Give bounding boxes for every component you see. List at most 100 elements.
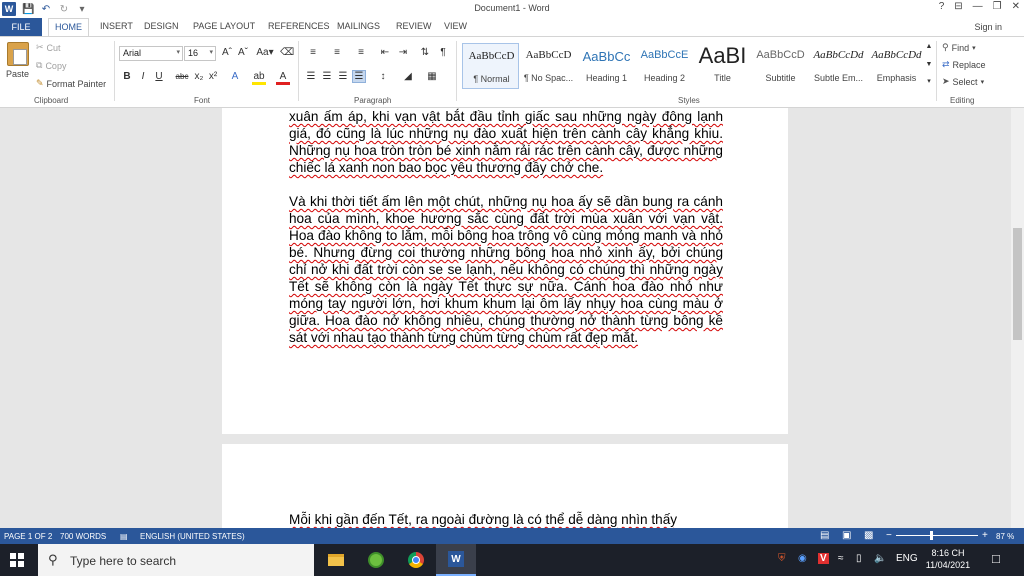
paragraph[interactable]: Mỗi khi gần đến Tết, ra ngoài đường là c… xyxy=(289,511,723,528)
status-bar: PAGE 1 OF 2 700 WORDS ▤ ENGLISH (UNITED … xyxy=(0,528,1024,544)
text-effects-icon[interactable]: A xyxy=(228,71,242,82)
strikethrough-icon[interactable]: abc xyxy=(174,72,190,81)
close-button[interactable]: ✕ xyxy=(1012,1,1020,12)
tab-review[interactable]: REVIEW xyxy=(396,21,432,31)
shrink-font-icon[interactable]: Aˇ xyxy=(236,47,250,58)
tab-view[interactable]: VIEW xyxy=(444,21,467,31)
select-button[interactable]: ➤ Select ▾ xyxy=(942,76,984,87)
zoom-slider[interactable] xyxy=(896,535,978,536)
word-taskbar-icon[interactable]: W xyxy=(436,544,476,576)
multilevel-list-icon[interactable]: ≡ xyxy=(352,47,370,58)
tab-insert[interactable]: INSERT xyxy=(100,21,133,31)
vertical-scrollbar[interactable] xyxy=(1011,108,1024,528)
volume-icon[interactable]: 🔈 xyxy=(874,553,886,564)
scrollbar-thumb[interactable] xyxy=(1013,228,1022,340)
clear-formatting-icon[interactable]: ⌫ xyxy=(280,47,294,58)
wifi-icon[interactable]: ≈ xyxy=(838,553,844,564)
zoom-out-button[interactable]: − xyxy=(886,530,892,541)
proofing-icon[interactable]: ▤ xyxy=(120,532,128,541)
tab-file[interactable]: FILE xyxy=(0,18,42,36)
zoom-in-button[interactable]: + xyxy=(982,530,988,541)
style-item[interactable]: AaBbCcD ¶ Normal xyxy=(462,43,519,89)
style-item[interactable]: AaBbCcD ¶ No Spac... xyxy=(520,43,577,89)
borders-icon[interactable]: ▦ xyxy=(424,71,440,82)
zoom-level[interactable]: 87 % xyxy=(996,532,1014,541)
cut-label: Cut xyxy=(46,42,61,53)
font-group-label: Font xyxy=(194,96,211,105)
network-app-icon[interactable]: ◉ xyxy=(798,553,807,564)
align-left-icon[interactable]: ☰ xyxy=(304,71,318,82)
help-button[interactable]: ? xyxy=(939,1,945,12)
page-count[interactable]: PAGE 1 OF 2 xyxy=(4,532,52,541)
tab-mailings[interactable]: MAILINGS xyxy=(337,21,380,31)
web-layout-icon[interactable]: ▩ xyxy=(864,530,873,541)
clock[interactable]: 8:16 CH 11/04/2021 xyxy=(916,547,980,571)
language-indicator[interactable]: ENGLISH (UNITED STATES) xyxy=(140,532,245,541)
bold-icon[interactable]: B xyxy=(120,71,134,82)
subscript-icon[interactable]: x₂ xyxy=(192,71,206,82)
maximize-button[interactable]: ❐ xyxy=(993,1,1002,12)
copy-button[interactable]: ⧉ Copy xyxy=(36,60,66,71)
sign-in-link[interactable]: Sign in xyxy=(974,22,1002,32)
decrease-indent-icon[interactable]: ⇤ xyxy=(378,47,392,58)
font-size-select[interactable]: 16 ▾ xyxy=(184,46,216,61)
style-item[interactable]: AaBbCcE Heading 2 xyxy=(636,43,693,89)
paragraph[interactable]: Và khi thời tiết ấm lên một chút, những … xyxy=(289,193,723,346)
superscript-icon[interactable]: x² xyxy=(206,71,220,82)
page-2[interactable]: Mỗi khi gần đến Tết, ra ngoài đường là c… xyxy=(222,444,788,528)
style-item[interactable]: AaBbCcD Subtitle xyxy=(752,43,809,89)
battery-icon[interactable]: ▯ xyxy=(856,553,862,564)
tab-page-layout[interactable]: PAGE LAYOUT xyxy=(193,21,255,31)
styles-group-label: Styles xyxy=(678,96,700,105)
sort-icon[interactable]: ⇅ xyxy=(418,47,432,58)
style-item[interactable]: AaBbCc Heading 1 xyxy=(578,43,635,89)
paintbrush-icon: ✎ xyxy=(36,78,44,88)
taskbar-search-box[interactable]: ⚲ Type here to search xyxy=(38,544,314,576)
highlight-color-icon[interactable]: ab xyxy=(252,71,266,85)
style-item[interactable]: AaBbCcDd Emphasis xyxy=(868,43,925,89)
shading-icon[interactable]: ◢ xyxy=(400,71,416,82)
green-app-icon[interactable] xyxy=(356,544,396,576)
style-item[interactable]: AaBI Title xyxy=(694,43,751,89)
notifications-icon[interactable]: □ xyxy=(992,551,1000,566)
vivaldi-icon[interactable]: V xyxy=(818,553,829,564)
paragraph[interactable]: xuân ấm áp, khi vạn vật bắt đầu tỉnh giấ… xyxy=(289,108,723,176)
align-right-icon[interactable]: ☰ xyxy=(336,71,350,82)
grow-font-icon[interactable]: Aˆ xyxy=(220,47,234,58)
minimize-button[interactable]: — xyxy=(973,1,983,12)
font-name-select[interactable]: Arial ▾ xyxy=(119,46,183,61)
zoom-slider-thumb[interactable] xyxy=(930,531,933,540)
document-area[interactable]: xuân ấm áp, khi vạn vật bắt đầu tỉnh giấ… xyxy=(0,108,1011,528)
show-hide-marks-icon[interactable]: ¶ xyxy=(436,47,450,58)
italic-icon[interactable]: I xyxy=(136,71,150,82)
increase-indent-icon[interactable]: ⇥ xyxy=(396,47,410,58)
paste-icon[interactable] xyxy=(7,42,29,66)
bullets-icon[interactable]: ≡ xyxy=(304,47,322,58)
underline-icon[interactable]: U xyxy=(152,71,166,82)
page-1[interactable]: xuân ấm áp, khi vạn vật bắt đầu tỉnh giấ… xyxy=(222,108,788,434)
chrome-icon[interactable] xyxy=(396,544,436,576)
shield-icon[interactable]: ⛨ xyxy=(778,553,786,564)
change-case-icon[interactable]: Aa▾ xyxy=(256,47,274,58)
language-indicator[interactable]: ENG xyxy=(896,553,918,564)
format-painter-button[interactable]: ✎ Format Painter xyxy=(36,78,106,89)
font-color-icon[interactable]: A xyxy=(276,71,290,85)
find-button[interactable]: ⚲ Find ▾ xyxy=(942,42,976,53)
tab-home[interactable]: HOME xyxy=(48,18,89,36)
style-item[interactable]: AaBbCcDd Subtle Em... xyxy=(810,43,867,89)
tab-references[interactable]: REFERENCES xyxy=(268,21,330,31)
line-spacing-icon[interactable]: ↕ xyxy=(374,71,392,82)
align-center-icon[interactable]: ☰ xyxy=(320,71,334,82)
numbering-icon[interactable]: ≡ xyxy=(328,47,346,58)
windows-start-icon[interactable] xyxy=(10,553,24,567)
read-mode-icon[interactable]: ▤ xyxy=(820,530,829,541)
print-layout-icon[interactable]: ▣ xyxy=(842,530,851,541)
replace-button[interactable]: ⇄ Replace xyxy=(942,59,986,70)
file-explorer-icon[interactable] xyxy=(316,544,356,576)
paste-button[interactable]: Paste xyxy=(6,69,29,79)
cut-button[interactable]: ✂ Cut xyxy=(36,42,61,53)
justify-icon[interactable]: ☰ xyxy=(352,70,366,83)
ribbon-display-options-button[interactable]: ⊟ xyxy=(954,1,962,12)
word-count[interactable]: 700 WORDS xyxy=(60,532,106,541)
tab-design[interactable]: DESIGN xyxy=(144,21,179,31)
